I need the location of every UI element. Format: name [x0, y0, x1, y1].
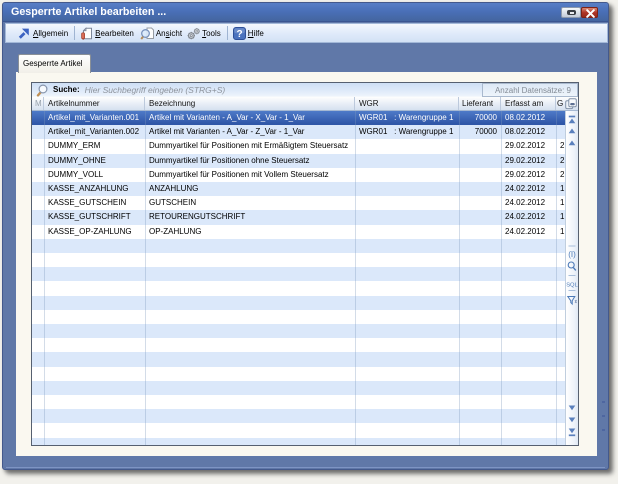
svg-text:?: ? [236, 29, 242, 40]
svg-text:(I): (I) [568, 250, 576, 259]
svg-text:SQL: SQL [566, 283, 578, 289]
